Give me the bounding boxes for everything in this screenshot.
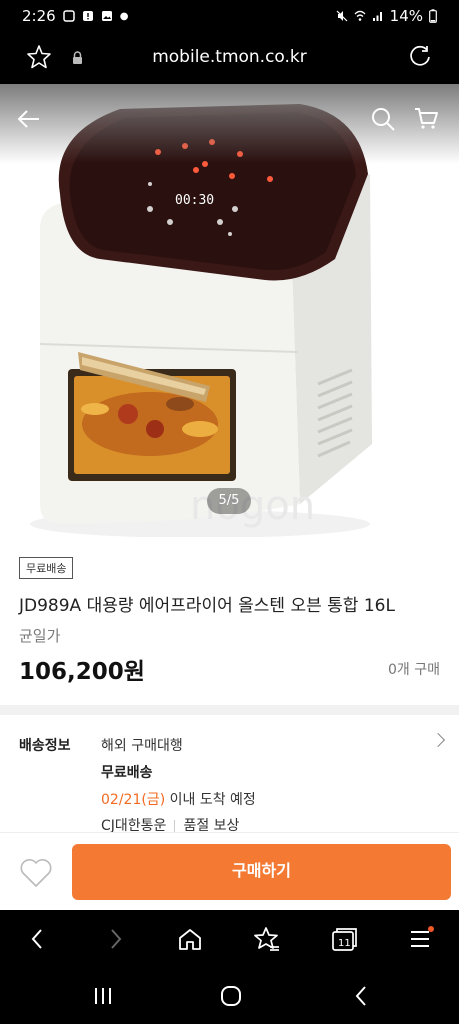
status-bar: 2:26 ● 14% [0,0,459,32]
browser-navigation: 11 [0,910,459,968]
system-navigation [0,968,459,1024]
dot-icon: ● [119,10,129,22]
home-icon [179,929,201,950]
forward-button[interactable] [101,924,131,954]
menu-icon [411,926,434,947]
battery-text: 14% [389,7,423,25]
buy-button[interactable]: 구매하기 [72,844,451,900]
home-circle-icon[interactable] [219,984,243,1008]
cart-icon[interactable] [413,105,439,131]
separator [174,820,176,832]
chevron-right-icon[interactable] [430,732,446,748]
reload-icon[interactable] [407,44,433,70]
free-shipping-badge: 무료배송 [19,557,74,579]
tabs-icon: 11 [332,928,357,951]
tabs-count: 11 [338,938,351,949]
bookmark-icon [254,927,279,951]
delivery-suffix: 이내 도착 예정 [165,792,256,808]
system-back-icon[interactable] [352,985,370,1007]
alert-icon [82,11,93,21]
sold-count: 0개 구매 [388,662,440,678]
svg-text:00:30: 00:30 [175,193,214,208]
search-icon[interactable] [370,106,396,132]
product-info: 무료배송 JD989A 대용량 에어프라이어 올스텐 오븐 통합 16L 균일가… [0,537,459,834]
product-price: 106,200원 [19,659,145,685]
status-time: 2:26 [22,7,56,25]
delivery-date: 02/21(금) [101,792,166,808]
price-label: 균일가 [19,627,61,645]
shipping-type: 해외 구매대행 [101,738,183,754]
purchase-bar: 구매하기 [0,832,459,910]
section-divider [0,705,459,715]
browser-url-bar: mobile.tmon.co.kr [0,32,459,84]
battery-icon [429,9,437,23]
shipping-fee: 무료배송 [101,765,153,781]
home-button[interactable] [175,924,205,954]
tabs-button[interactable]: 11 [329,924,359,954]
chevron-right-icon [111,929,122,949]
product-title: JD989A 대용량 에어프라이어 올스텐 오븐 통합 16L [19,596,395,616]
delivery-estimate: 02/21(금) 이내 도착 예정 [101,789,256,809]
mute-icon [336,10,348,22]
gallery-counter: 5/5 [207,488,251,514]
recent-apps-icon[interactable] [92,986,114,1006]
url-text[interactable]: mobile.tmon.co.kr [0,47,459,67]
shipping-label: 배송정보 [19,738,71,754]
signal-icon [372,12,382,21]
product-image-gallery[interactable]: 00:30 nogon [0,84,459,537]
heart-icon[interactable] [18,857,54,889]
menu-button[interactable] [406,924,436,954]
notification-icon [62,10,75,22]
gallery-icon [101,11,112,21]
wifi-icon [354,10,366,21]
back-arrow-icon[interactable] [16,106,42,132]
back-button[interactable] [22,924,52,954]
bookmarks-button[interactable] [252,924,282,954]
chevron-left-icon [31,929,42,949]
